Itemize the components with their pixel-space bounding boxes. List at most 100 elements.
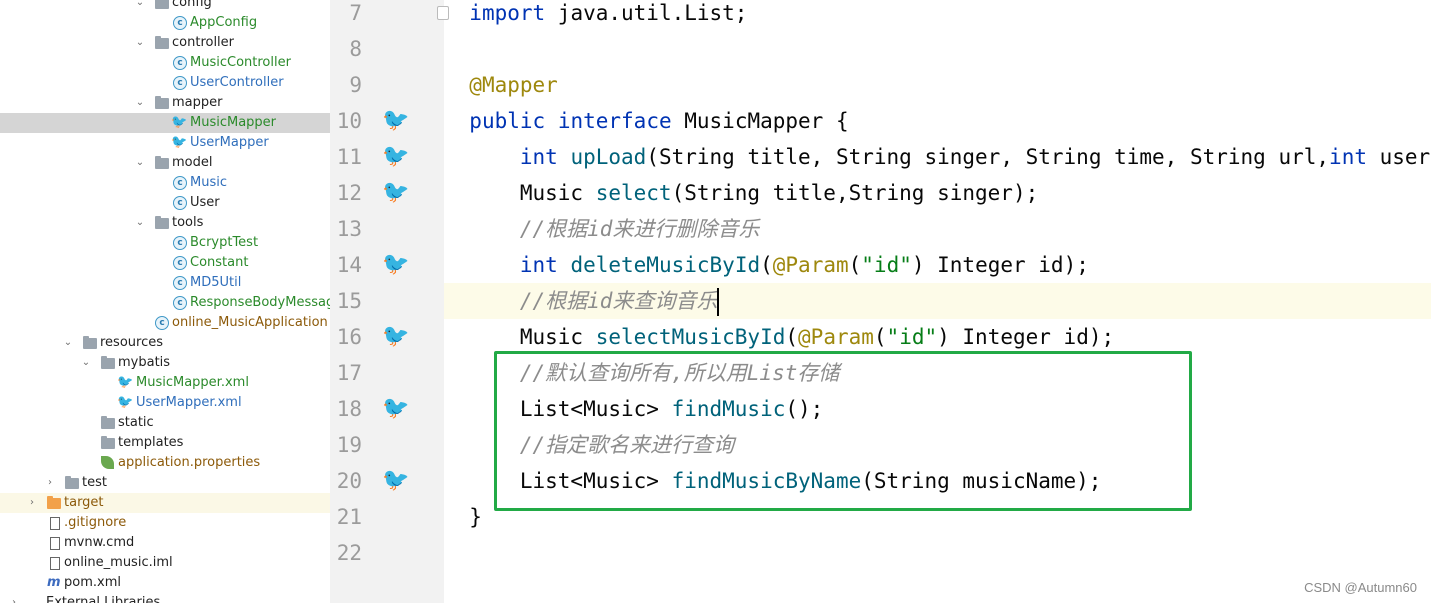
comment: //根据id来进行删除音乐	[519, 217, 760, 241]
file-icon	[50, 517, 60, 530]
code-line-7[interactable]: import java.util.List;	[444, 0, 1431, 31]
tree-item-label: Music	[190, 175, 227, 190]
method-name: upLoad	[570, 145, 647, 169]
class-icon: c	[173, 236, 187, 250]
mybatis-navigate-icon[interactable]: 🐦	[380, 322, 412, 352]
tree-item-usermapper[interactable]: 🐦 UserMapper	[0, 133, 330, 153]
tree-item-label: mvnw.cmd	[64, 535, 135, 550]
tree-item-target[interactable]: › target	[0, 493, 330, 513]
mybatis-navigate-icon[interactable]: 🐦	[380, 178, 412, 208]
mybatis-navigate-icon[interactable]: 🐦	[380, 466, 412, 496]
tree-item-config[interactable]: ⌄ config	[0, 0, 330, 13]
tree-item-test[interactable]: › test	[0, 473, 330, 493]
tree-item-gitignore[interactable]: .gitignore	[0, 513, 330, 533]
keyword: int	[519, 253, 558, 277]
tree-item-label: online_MusicApplication	[172, 315, 328, 330]
code-line-13[interactable]: //根据id来进行删除音乐	[444, 211, 1431, 247]
chevron-down-icon[interactable]: ⌄	[62, 333, 74, 353]
code-text: (	[873, 325, 887, 349]
mybatis-navigate-icon[interactable]: 🐦	[380, 106, 412, 136]
line-number: 20	[336, 469, 362, 493]
mybatis-bird-icon: 🐦	[171, 135, 188, 150]
line-number: 19	[336, 433, 362, 457]
tree-item-resources[interactable]: ⌄ resources	[0, 333, 330, 353]
chevron-down-icon[interactable]: ⌄	[134, 153, 146, 173]
tree-item-static[interactable]: static	[0, 413, 330, 433]
comment: //根据id来查询音乐	[519, 289, 718, 313]
code-line-10[interactable]: public interface MusicMapper {	[444, 103, 1431, 139]
tree-item-label: MD5Util	[190, 275, 242, 290]
tree-item-label: User	[190, 195, 220, 210]
code-text: ) Integer id);	[937, 325, 1115, 349]
keyword: interface	[557, 109, 672, 133]
annotation: @Param	[798, 325, 874, 349]
tree-item-label: resources	[100, 335, 164, 350]
folder-icon	[155, 216, 169, 229]
tree-item-tools[interactable]: ⌄ tools	[0, 213, 330, 233]
code-line-15[interactable]: //根据id来查询音乐	[444, 283, 1431, 319]
chevron-down-icon[interactable]: ⌄	[134, 93, 146, 113]
code-line-12[interactable]: Music select(String title,String singer)…	[444, 175, 1431, 211]
chevron-right-icon[interactable]: ›	[26, 493, 38, 513]
fold-marker-icon[interactable]	[437, 6, 449, 20]
tree-item-constant[interactable]: c Constant	[0, 253, 330, 273]
mybatis-navigate-icon[interactable]: 🐦	[380, 250, 412, 280]
code-text: (	[760, 253, 773, 277]
tree-item-mybatis[interactable]: ⌄ mybatis	[0, 353, 330, 373]
tree-item-pom-xml[interactable]: m pom.xml	[0, 573, 330, 593]
code-line-9[interactable]: @Mapper	[444, 67, 1431, 103]
code-text: (String title,String singer);	[671, 181, 1039, 205]
tree-item-label: online_music.iml	[64, 555, 173, 570]
tree-item-label: External Libraries	[46, 595, 161, 603]
spring-leaf-icon	[101, 456, 114, 469]
tree-item-external-libraries[interactable]: › External Libraries	[0, 593, 330, 603]
tree-item-musicmapper[interactable]: 🐦 MusicMapper	[0, 113, 330, 133]
annotation: @Mapper	[469, 73, 558, 97]
tree-item-music[interactable]: c Music	[0, 173, 330, 193]
code-text: user	[1366, 145, 1431, 169]
tree-item-user[interactable]: c User	[0, 193, 330, 213]
annotation: @Param	[772, 253, 849, 277]
tree-item-label: test	[82, 475, 107, 490]
chevron-down-icon[interactable]: ⌄	[134, 0, 146, 13]
code-line-16[interactable]: Music selectMusicById(@Param("id") Integ…	[444, 319, 1431, 355]
tree-item-mvnw-cmd[interactable]: mvnw.cmd	[0, 533, 330, 553]
chevron-down-icon[interactable]: ⌄	[134, 213, 146, 233]
tree-item-usercontroller[interactable]: c UserController	[0, 73, 330, 93]
code-line-14[interactable]: int deleteMusicById(@Param("id") Integer…	[444, 247, 1431, 283]
line-number: 8	[349, 37, 362, 61]
tree-item-usermapper-xml[interactable]: 🐦 UserMapper.xml	[0, 393, 330, 413]
mybatis-navigate-icon[interactable]: 🐦	[380, 142, 412, 172]
tree-item-musiccontroller[interactable]: c MusicController	[0, 53, 330, 73]
line-number: 16	[336, 325, 362, 349]
tree-item-label: config	[172, 0, 212, 10]
chevron-down-icon[interactable]: ⌄	[80, 353, 92, 373]
keyword: import	[469, 1, 546, 25]
tree-item-online-musicapplication[interactable]: c online_MusicApplication	[0, 313, 330, 333]
code-line-11[interactable]: int upLoad(String title, String singer, …	[444, 139, 1431, 175]
tree-item-label: templates	[118, 435, 184, 450]
tree-item-md5util[interactable]: c MD5Util	[0, 273, 330, 293]
tree-item-model[interactable]: ⌄ model	[0, 153, 330, 173]
chevron-down-icon[interactable]: ⌄	[134, 33, 146, 53]
code-text: java.util.List;	[545, 1, 748, 25]
code-editor[interactable]: 7 8 9 10 11 12 13 14 15 16 17 18 19 20 2…	[330, 0, 1431, 603]
chevron-right-icon[interactable]: ›	[8, 593, 20, 603]
tree-item-templates[interactable]: templates	[0, 433, 330, 453]
tree-item-mapper[interactable]: ⌄ mapper	[0, 93, 330, 113]
folder-icon	[65, 476, 79, 489]
class-icon: c	[173, 196, 187, 210]
tree-item-responsebodymessage[interactable]: c ResponseBodyMessage	[0, 293, 330, 313]
tree-item-musicmapper-xml[interactable]: 🐦 MusicMapper.xml	[0, 373, 330, 393]
tree-item-label: UserMapper.xml	[136, 395, 242, 410]
tree-item-bcrypttest[interactable]: c BcryptTest	[0, 233, 330, 253]
tree-item-label: target	[64, 495, 104, 510]
tree-item-controller[interactable]: ⌄ controller	[0, 33, 330, 53]
tree-item-online-music-iml[interactable]: online_music.iml	[0, 553, 330, 573]
tree-item-application-properties[interactable]: application.properties	[0, 453, 330, 473]
chevron-right-icon[interactable]: ›	[44, 473, 56, 493]
mybatis-navigate-icon[interactable]: 🐦	[380, 394, 412, 424]
tree-item-label: mapper	[172, 95, 223, 110]
tree-item-appconfig[interactable]: c AppConfig	[0, 13, 330, 33]
class-icon: c	[173, 16, 187, 30]
